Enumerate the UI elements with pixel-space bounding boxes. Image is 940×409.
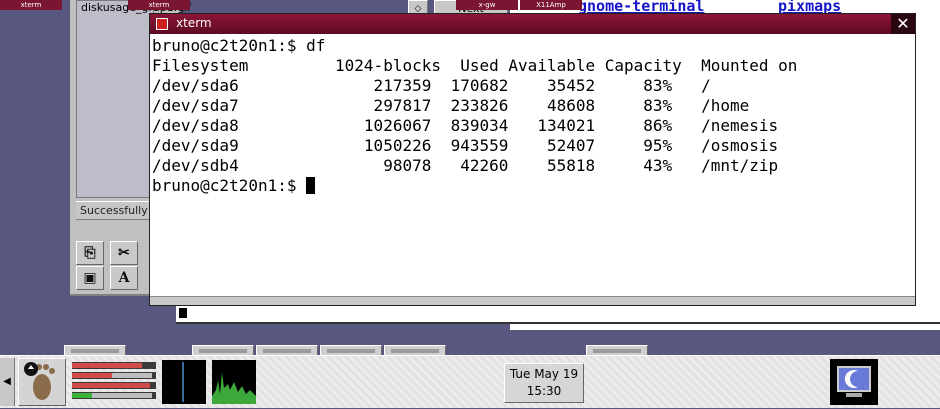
text-cursor bbox=[306, 177, 316, 194]
clock-time: 15:30 bbox=[526, 384, 562, 398]
cpu-mem-meters bbox=[72, 362, 156, 404]
task-tab-xterm-1[interactable]: xterm bbox=[0, 0, 62, 10]
text-icon[interactable]: A bbox=[110, 266, 138, 290]
terminal-output[interactable]: bruno@c2t20n1:$ df Filesystem 1024-block… bbox=[152, 36, 913, 297]
window-menu-icon[interactable] bbox=[156, 18, 168, 30]
task-tab-x11amp[interactable]: X11Amp bbox=[520, 0, 582, 10]
xterm-titlebar[interactable]: xterm ✕ bbox=[150, 14, 915, 34]
df-row: /dev/sda7 297817 233826 48608 83% /home bbox=[152, 96, 750, 115]
command-line: bruno@c2t20n1:$ df bbox=[152, 36, 326, 55]
close-button[interactable]: ✕ bbox=[891, 14, 915, 34]
cursor-block bbox=[179, 308, 187, 318]
df-row: /dev/sda6 217359 170682 35452 83% / bbox=[152, 76, 711, 95]
file-list[interactable]: diskusage_grap1.gif bbox=[76, 0, 191, 198]
df-row: /dev/sda9 1050226 943559 52407 95% /osmo… bbox=[152, 136, 779, 155]
copy-icon[interactable]: ⎘ bbox=[76, 241, 104, 265]
window-title: xterm bbox=[176, 16, 212, 30]
clock-applet[interactable]: Tue May 19 15:30 bbox=[504, 363, 584, 403]
panel-hide-arrow-icon[interactable]: ◀ bbox=[0, 358, 15, 406]
gnome-foot-menu-icon[interactable] bbox=[18, 358, 66, 406]
frame-icon[interactable]: ▣ bbox=[76, 266, 104, 290]
prompt-text: bruno@c2t20n1:$ bbox=[152, 176, 307, 195]
task-tab-x-gw[interactable]: x-gw bbox=[456, 0, 518, 10]
df-row: /dev/sdb4 98078 42260 55818 43% /mnt/zip bbox=[152, 156, 779, 175]
load-graph bbox=[162, 360, 206, 404]
monitor-moon-icon[interactable] bbox=[830, 359, 878, 405]
df-row: /dev/sda8 1026067 839034 134021 86% /nem… bbox=[152, 116, 779, 135]
task-tab-xterm-2[interactable]: xterm bbox=[128, 0, 190, 10]
df-header: Filesystem 1024-blocks Used Available Ca… bbox=[152, 56, 798, 75]
network-graph bbox=[212, 360, 256, 404]
gnome-panel: ◀ Tue May 19 15:30 bbox=[0, 355, 940, 408]
xterm-window[interactable]: xterm ✕ bruno@c2t20n1:$ df Filesystem 10… bbox=[149, 13, 916, 306]
clock-date: Tue May 19 bbox=[509, 367, 579, 381]
prompt-line[interactable]: bruno@c2t20n1:$ bbox=[152, 176, 913, 196]
cut-icon[interactable]: ✂ bbox=[110, 241, 138, 265]
horizontal-scrollbar[interactable] bbox=[150, 296, 915, 305]
